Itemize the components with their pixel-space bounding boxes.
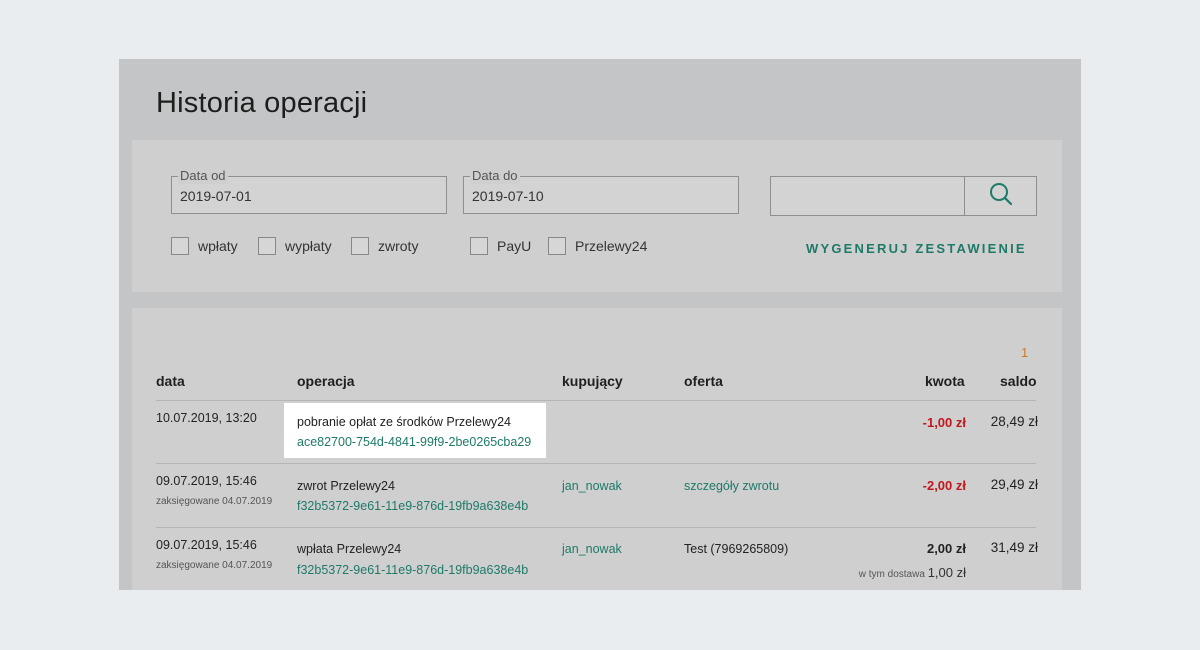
main-panel: Historia operacji Data od 2019-07-01 Dat… <box>119 59 1081 590</box>
row-buyer[interactable]: jan_nowak <box>562 542 622 556</box>
column-header-operacja: operacja <box>297 373 355 389</box>
row-posted-date: zaksięgowane 04.07.2019 <box>156 560 273 571</box>
row-operation-id[interactable]: f32b5372-9e61-11e9-876d-19fb9a638e4b <box>297 563 528 577</box>
row-date: 09.07.2019, 15:46 <box>156 474 257 488</box>
checkbox-box[interactable] <box>351 237 369 255</box>
row-operation-id[interactable]: f32b5372-9e61-11e9-876d-19fb9a638e4b <box>297 499 528 513</box>
row-balance: 29,49 zł <box>990 477 1038 492</box>
checkbox-payu[interactable]: PayU <box>470 237 531 255</box>
checkbox-label: Przelewy24 <box>575 238 648 254</box>
row-date: 10.07.2019, 13:20 <box>156 411 257 425</box>
checkbox-wplaty[interactable]: wpłaty <box>171 237 238 255</box>
row-offer: Test (7969265809) <box>684 542 789 556</box>
row-buyer[interactable]: jan_nowak <box>562 479 622 493</box>
date-from-label: Data od <box>178 168 228 184</box>
checkbox-przelewy24[interactable]: Przelewy24 <box>548 237 647 255</box>
generate-report-link[interactable]: WYGENERUJ ZESTAWIENIE <box>806 241 1027 256</box>
highlighted-operation-cell <box>284 403 546 458</box>
checkbox-label: wpłaty <box>198 238 238 254</box>
checkbox-label: zwroty <box>378 238 419 254</box>
search-button[interactable] <box>964 177 1037 215</box>
row-operation: zwrot Przelewy24 <box>297 479 395 493</box>
row-divider <box>156 400 1036 401</box>
column-header-data: data <box>156 373 185 389</box>
row-date: 09.07.2019, 15:46 <box>156 538 257 552</box>
row-divider <box>156 463 1036 464</box>
row-operation-id[interactable]: ace82700-754d-4841-99f9-2be0265cba29 <box>297 435 531 449</box>
row-operation: pobranie opłat ze środków Przelewy24 <box>297 415 512 429</box>
search-box <box>770 176 1037 216</box>
row-operation: wpłata Przelewy24 <box>297 542 402 556</box>
row-balance: 31,49 zł <box>990 540 1038 555</box>
pagination-page[interactable]: 1 <box>1021 345 1028 360</box>
column-header-saldo: saldo <box>1000 373 1037 389</box>
row-amount-note: w tym dostawa 1,00 zł <box>859 565 966 580</box>
checkbox-label: wypłaty <box>285 238 332 254</box>
date-to-field[interactable]: Data do 2019-07-10 <box>463 168 739 214</box>
checkbox-zwroty[interactable]: zwroty <box>351 237 418 255</box>
date-from-field[interactable]: Data od 2019-07-01 <box>171 168 447 214</box>
filter-panel: Data od 2019-07-01 Data do 2019-07-10 wp… <box>132 140 1062 292</box>
search-input[interactable] <box>771 177 964 215</box>
row-amount: 2,00 zł <box>926 541 966 556</box>
page-title: Historia operacji <box>156 87 368 119</box>
operations-table: 1 data operacja kupujący oferta kwota sa… <box>132 308 1062 590</box>
column-header-kupujacy: kupujący <box>562 373 623 389</box>
checkbox-label: PayU <box>497 238 532 254</box>
delivery-note-label: w tym dostawa <box>858 569 925 580</box>
row-amount: -1,00 zł <box>922 415 966 430</box>
row-posted-date: zaksięgowane 04.07.2019 <box>156 496 273 507</box>
search-icon <box>988 181 1014 212</box>
delivery-note-value: 1,00 zł <box>927 565 966 580</box>
row-divider <box>156 527 1036 528</box>
row-balance: 28,49 zł <box>990 414 1038 429</box>
date-to-label: Data do <box>470 168 520 184</box>
row-amount: -2,00 zł <box>922 478 966 493</box>
checkbox-wyplaty[interactable]: wypłaty <box>258 237 332 255</box>
column-header-kwota: kwota <box>925 373 965 389</box>
date-to-value[interactable]: 2019-07-10 <box>472 188 544 204</box>
checkbox-box[interactable] <box>258 237 276 255</box>
column-header-oferta: oferta <box>684 373 723 389</box>
row-offer-link[interactable]: szczegóły zwrotu <box>684 479 779 493</box>
date-from-value[interactable]: 2019-07-01 <box>180 188 252 204</box>
checkbox-box[interactable] <box>171 237 189 255</box>
checkbox-box[interactable] <box>548 237 566 255</box>
checkbox-box[interactable] <box>470 237 488 255</box>
